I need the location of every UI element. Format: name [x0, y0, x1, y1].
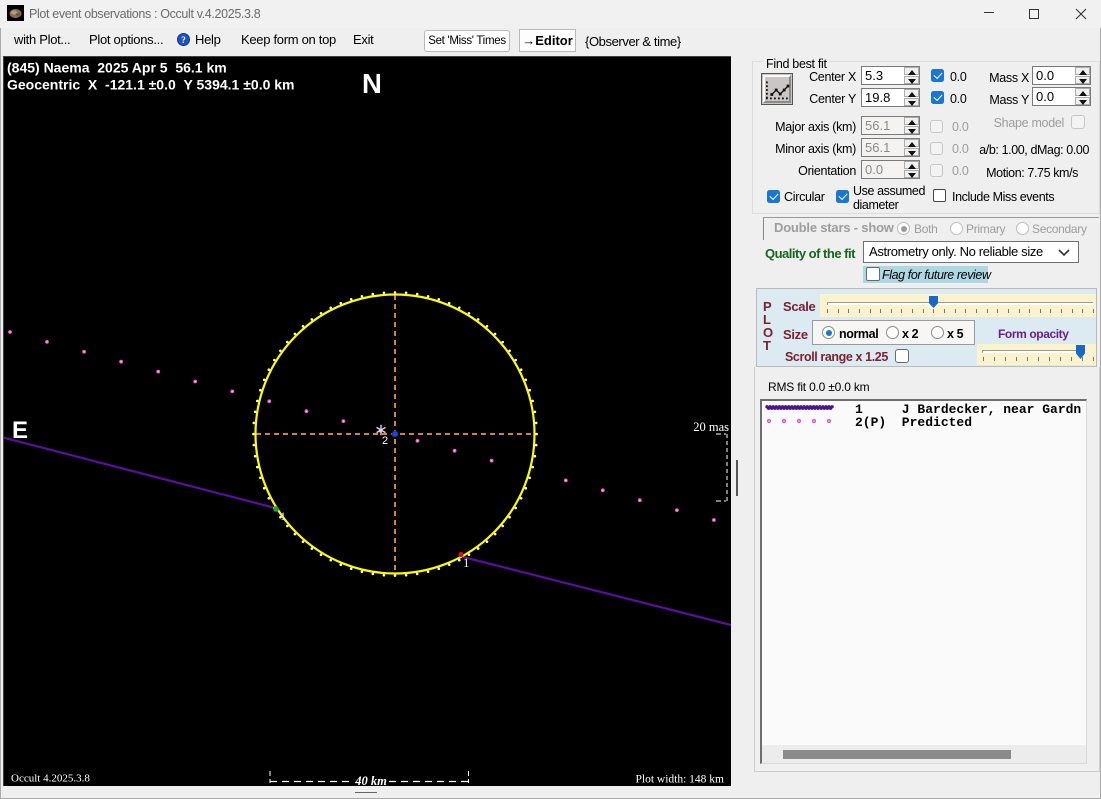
- svg-text:(845) Naema 2025 Apr 5 56.1: (845) Naema 2025 Apr 5 56.1 km: [7, 60, 227, 76]
- svg-text:1: 1: [280, 509, 286, 523]
- svg-text:N: N: [362, 68, 382, 99]
- svg-text:2: 2: [382, 435, 388, 447]
- svg-text:40 km: 40 km: [354, 774, 387, 786]
- svg-text:Plot width: 148 km: Plot width: 148 km: [636, 774, 725, 786]
- svg-text:Occult 4.2025.3.8: Occult 4.2025.3.8: [11, 773, 90, 785]
- svg-text:Geocentric X -121.1 ±0.0 Y: Geocentric X -121.1 ±0.0 Y 5394.1 ±0.0 k…: [7, 77, 295, 93]
- svg-text:20 mas: 20 mas: [693, 420, 729, 434]
- svg-text:E: E: [12, 417, 28, 444]
- svg-text:1: 1: [463, 555, 470, 570]
